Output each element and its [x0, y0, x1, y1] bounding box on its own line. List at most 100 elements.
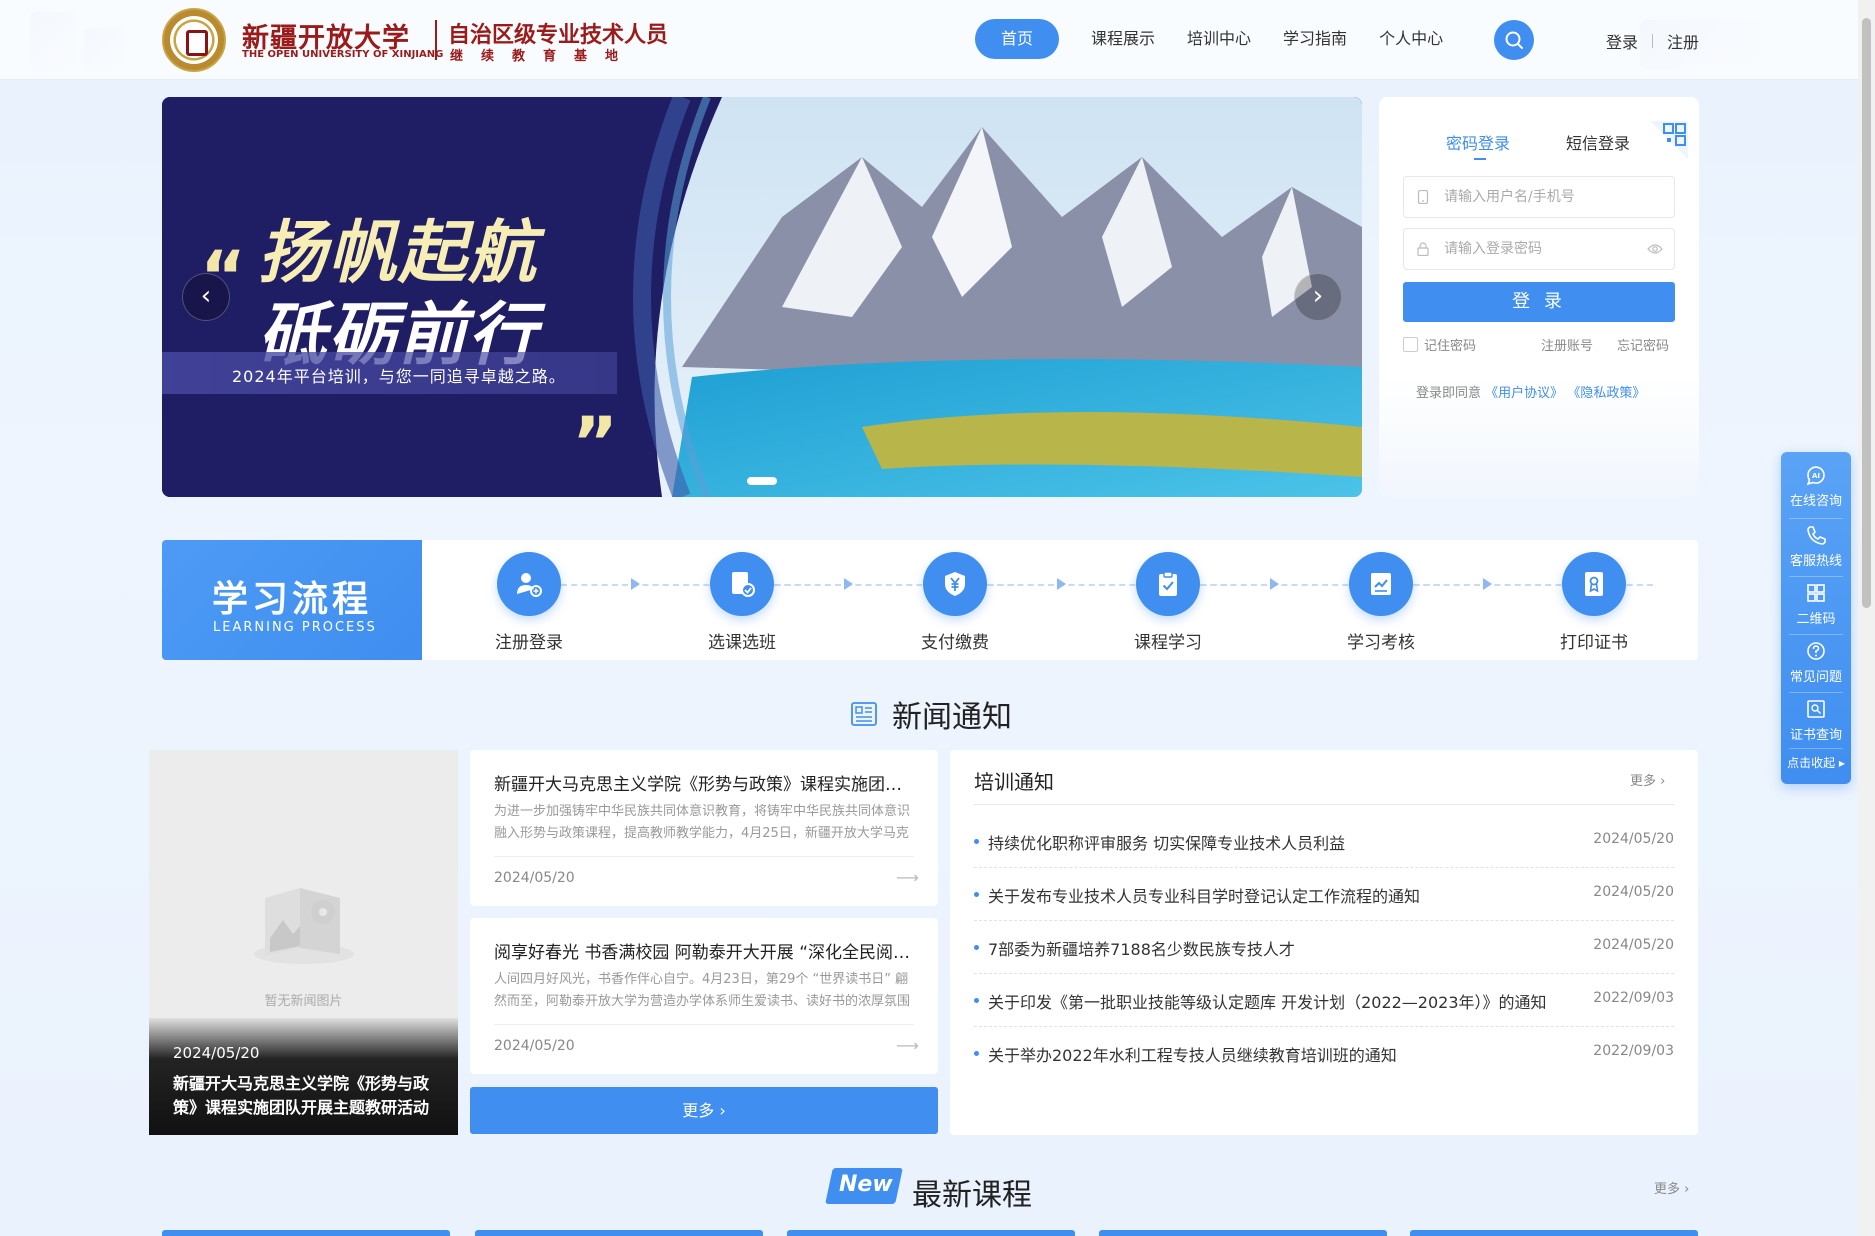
banner-prev-button[interactable]: ‹	[182, 273, 230, 321]
course-card[interactable]	[475, 1230, 763, 1236]
active-tab-underline	[1474, 158, 1486, 160]
no-image-text: 暂无新闻图片	[264, 994, 343, 1009]
user-add-icon	[517, 573, 542, 597]
no-image-placeholder-icon	[254, 888, 354, 964]
qrcode-icon	[1807, 584, 1825, 602]
step-icon-circle	[710, 552, 774, 616]
feature-date: 2024/05/20	[173, 1044, 260, 1062]
step-select-course[interactable]: 选课选班	[672, 552, 812, 653]
step-icon-circle	[923, 552, 987, 616]
notice-title[interactable]: 关于举办2022年水利工程专技人员继续教育培训班的通知	[988, 1042, 1397, 1066]
remember-label[interactable]: 记住密码	[1424, 335, 1476, 354]
carousel-indicator[interactable]	[747, 477, 777, 485]
arrow-right-icon[interactable]: ⟶	[896, 1036, 919, 1055]
step-payment[interactable]: 支付缴费	[885, 552, 1025, 653]
search-button[interactable]	[1494, 20, 1534, 60]
notice-title[interactable]: 持续优化职称评审服务 切实保障专业技术人员利益	[988, 830, 1345, 854]
training-notice-item[interactable]: 关于印发《第一批职业技能等级认定题库 开发计划（2022—2023年）》的通知 …	[974, 974, 1674, 1027]
learning-process-section: 学习流程 LEARNING PROCESS 注册登录 选课选班 支付缴费 课程学…	[162, 540, 1698, 660]
float-separator	[1789, 748, 1843, 749]
step-arrow-icon	[631, 578, 640, 590]
training-more-label: 更多	[1630, 774, 1657, 789]
arrow-right-icon[interactable]: ⟶	[896, 868, 919, 887]
float-separator	[1789, 692, 1843, 693]
banner-next-button[interactable]: ›	[1294, 273, 1342, 321]
training-notice-item[interactable]: 7部委为新疆培养7188名少数民族专技人才 2024/05/20	[974, 921, 1674, 974]
float-qrcode[interactable]: 二维码	[1781, 582, 1851, 627]
courses-more-link[interactable]: 更多 ›	[1654, 1178, 1689, 1197]
float-online-consult[interactable]: AI 在线咨询	[1781, 464, 1851, 509]
nav-courses[interactable]: 课程展示	[1091, 19, 1155, 59]
nav-study-guide[interactable]: 学习指南	[1283, 19, 1347, 59]
step-print-certificate[interactable]: 打印证书	[1524, 552, 1664, 653]
nav-home[interactable]: 首页	[975, 19, 1060, 59]
forgot-password-link[interactable]: 忘记密码	[1617, 335, 1669, 354]
certificate-search-icon	[1807, 700, 1825, 718]
bullet-dot	[974, 1051, 979, 1056]
nav-training-center[interactable]: 培训中心	[1187, 19, 1251, 59]
courses-heading: 最新课程	[912, 1178, 1032, 1213]
float-hotline[interactable]: 客服热线	[1781, 524, 1851, 569]
auth-separator	[1652, 34, 1654, 48]
step-register-login[interactable]: 注册登录	[459, 552, 599, 653]
news-card[interactable]: 阅享好春光 书香满校园 阿勒泰开大开展 “深化全民阅读”活动 人间四月好风光，书…	[470, 918, 938, 1074]
training-more-link[interactable]: 更多 ›	[1630, 770, 1665, 789]
privacy-policy-link[interactable]: 《隐私政策》	[1567, 386, 1645, 401]
courses-more-label: 更多	[1654, 1182, 1681, 1197]
username-input[interactable]: 请输入用户名/手机号	[1403, 176, 1675, 218]
bullet-dot	[974, 892, 979, 897]
course-card[interactable]	[1410, 1230, 1698, 1236]
university-seal-logo[interactable]	[162, 8, 226, 72]
news-card[interactable]: 新疆开大马克思主义学院《形势与政策》课程实施团队开展主题教研活动 为进一步加强铸…	[470, 750, 938, 906]
register-link[interactable]: 注册	[1667, 29, 1699, 53]
float-separator	[1789, 518, 1843, 519]
remember-checkbox[interactable]	[1403, 337, 1418, 352]
feature-title[interactable]: 新疆开大马克思主义学院《形势与政策》课程实施团队开展主题教研活动	[173, 1072, 443, 1120]
logo-english: THE OPEN UNIVERSITY OF XINJIANG	[242, 49, 444, 60]
training-notice-item[interactable]: 持续优化职称评审服务 切实保障专业技术人员利益 2024/05/20	[974, 815, 1674, 868]
notice-title[interactable]: 关于印发《第一批职业技能等级认定题库 开发计划（2022—2023年）》的通知	[988, 989, 1547, 1013]
step-icon-circle	[1349, 552, 1413, 616]
question-icon	[1807, 642, 1825, 660]
float-separator	[1789, 634, 1843, 635]
scrollbar-thumb[interactable]	[1862, 18, 1871, 608]
course-card[interactable]	[1099, 1230, 1387, 1236]
course-card[interactable]	[162, 1230, 450, 1236]
news-more-button[interactable]: 更多 ›	[470, 1087, 938, 1134]
news-card-title[interactable]: 阅享好春光 书香满校园 阿勒泰开大开展 “深化全民阅读”活动	[494, 938, 914, 963]
training-notice-panel: 培训通知 更多 › 持续优化职称评审服务 切实保障专业技术人员利益 2024/0…	[950, 750, 1698, 1135]
notice-title[interactable]: 关于发布专业技术人员专业科目学时登记认定工作流程的通知	[988, 883, 1420, 907]
step-icon-circle	[497, 552, 561, 616]
float-faq[interactable]: 常见问题	[1781, 640, 1851, 685]
page-scrollbar[interactable]	[1858, 0, 1875, 1236]
password-input[interactable]: 请输入登录密码	[1403, 228, 1675, 270]
float-collapse-button[interactable]: 点击收起 ▸	[1781, 754, 1851, 771]
course-card[interactable]	[787, 1230, 1075, 1236]
tab-sms-login[interactable]: 短信登录	[1566, 130, 1630, 154]
training-notice-item[interactable]: 关于举办2022年水利工程专技人员继续教育培训班的通知 2022/09/03	[974, 1027, 1674, 1080]
nav-personal-center[interactable]: 个人中心	[1379, 19, 1443, 59]
step-icon-circle	[1136, 552, 1200, 616]
search-icon	[1505, 31, 1523, 49]
news-card-title[interactable]: 新疆开大马克思主义学院《形势与政策》课程实施团队开展主题教研活动	[494, 770, 914, 795]
chevron-right-icon: ›	[1660, 774, 1666, 789]
agreement-text: 登录即同意 《用户协议》 《隐私政策》	[1416, 382, 1645, 401]
hero-banner-carousel[interactable]: “ 扬帆起航 砥砺前行 ” 2024年平台培训，与您一同追寻卓越之路。 ‹ ›	[162, 97, 1362, 497]
clipboard-check-icon	[1159, 571, 1177, 596]
step-course-study[interactable]: 课程学习	[1098, 552, 1238, 653]
register-account-link[interactable]: 注册账号	[1541, 335, 1593, 354]
login-link[interactable]: 登录	[1606, 29, 1638, 53]
notice-title[interactable]: 7部委为新疆培养7188名少数民族专技人才	[988, 936, 1295, 960]
caret-right-icon: ▸	[1838, 756, 1845, 770]
eye-icon[interactable]	[1647, 243, 1663, 255]
step-icon-circle	[1562, 552, 1626, 616]
step-assessment[interactable]: 学习考核	[1311, 552, 1451, 653]
user-agreement-link[interactable]: 《用户协议》	[1485, 386, 1563, 401]
qr-login-icon[interactable]	[1650, 121, 1688, 159]
tab-password-login[interactable]: 密码登录	[1446, 130, 1510, 154]
featured-news-card[interactable]: 暂无新闻图片 2024/05/20 新疆开大马克思主义学院《形势与政策》课程实施…	[149, 750, 458, 1135]
training-notice-item[interactable]: 关于发布专业技术人员专业科目学时登记认定工作流程的通知 2024/05/20	[974, 868, 1674, 921]
login-submit-button[interactable]: 登 录	[1403, 282, 1675, 322]
bullet-dot	[974, 998, 979, 1003]
float-certificate-query[interactable]: 证书查询	[1781, 698, 1851, 743]
